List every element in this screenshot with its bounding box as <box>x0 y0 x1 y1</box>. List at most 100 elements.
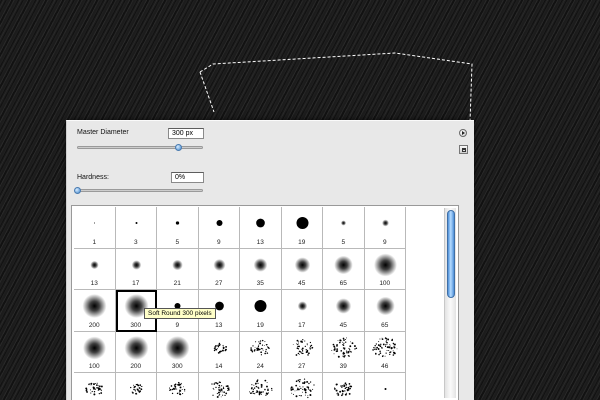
brush-preset-8[interactable]: 13 <box>74 248 116 290</box>
brush-preset-31[interactable]: 46 <box>364 331 406 373</box>
brush-preset-28[interactable]: 24 <box>240 331 282 373</box>
brush-size-label: 1 <box>92 238 97 246</box>
flyout-arrow-icon[interactable] <box>459 129 467 137</box>
brush-preset-27[interactable]: 14 <box>198 331 240 373</box>
brush-preset-7[interactable]: 9 <box>364 207 406 249</box>
brush-preset-2[interactable]: 5 <box>157 207 199 249</box>
brush-tip-preview <box>83 336 106 359</box>
brush-tip-preview <box>375 296 395 316</box>
brush-tip-preview <box>249 379 273 396</box>
hardness-field[interactable]: 0% <box>171 172 204 183</box>
brush-preset-11[interactable]: 27 <box>198 248 240 290</box>
brush-size-label: 13 <box>215 321 223 329</box>
brush-preset-14[interactable]: 65 <box>323 248 365 290</box>
brush-tip-preview <box>333 382 353 397</box>
brush-tip-preview <box>82 294 107 318</box>
brush-preset-5[interactable]: 19 <box>281 207 323 249</box>
brush-preset-22[interactable]: 45 <box>323 290 365 332</box>
brush-preset-36[interactable] <box>240 373 282 400</box>
master-diameter-slider-thumb[interactable] <box>174 144 182 151</box>
hardness-slider-track[interactable] <box>77 189 203 192</box>
master-diameter-label: Master Diameter <box>77 129 129 136</box>
brush-preset-15[interactable]: 100 <box>364 248 406 290</box>
brush-tip-preview <box>175 221 180 225</box>
brush-tip-preview <box>213 258 225 271</box>
brush-size-label: 17 <box>132 280 140 287</box>
scrollbar-thumb[interactable] <box>447 210 455 298</box>
brush-tip-preview <box>292 338 313 356</box>
brush-preset-10[interactable]: 21 <box>157 248 199 290</box>
brush-tip-preview <box>250 339 270 355</box>
vertical-scrollbar[interactable] <box>444 208 456 398</box>
brush-size-label: 27 <box>215 280 223 287</box>
brush-size-label: 9 <box>175 321 180 329</box>
brush-size-label: 45 <box>339 321 347 329</box>
brush-tip-preview <box>129 383 142 395</box>
brush-preset-25[interactable]: 200 <box>115 331 157 373</box>
brush-size-label: 3 <box>133 238 138 246</box>
brush-tip-preview <box>297 301 307 311</box>
hardness-slider-thumb[interactable] <box>74 187 81 194</box>
brush-size-label: 14 <box>215 363 223 370</box>
brush-tip-preview <box>85 382 103 396</box>
brush-tip-preview <box>216 220 222 226</box>
brush-size-label: 35 <box>256 280 264 287</box>
brush-tip-preview <box>165 335 190 360</box>
brush-preset-33[interactable] <box>115 373 157 400</box>
brush-preset-3[interactable]: 9 <box>198 207 240 249</box>
hardness-label: Hardness: <box>77 174 109 181</box>
brush-tip-preview <box>296 217 308 229</box>
brush-preset-39[interactable] <box>364 373 406 400</box>
brush-tip-preview <box>289 378 315 399</box>
brush-preset-30[interactable]: 39 <box>323 331 365 373</box>
brush-preset-37[interactable] <box>281 373 323 400</box>
brush-preset-34[interactable] <box>157 373 199 400</box>
brush-tip-preview <box>135 222 137 224</box>
master-diameter-slider-track[interactable] <box>77 146 203 149</box>
brush-preset-38[interactable] <box>323 373 365 400</box>
brush-size-label: 13 <box>256 238 264 246</box>
brush-preset-35[interactable] <box>198 373 240 400</box>
new-preset-icon[interactable] <box>459 145 468 154</box>
brush-preset-26[interactable]: 300 <box>157 331 199 373</box>
brush-preset-0[interactable]: 1 <box>74 207 116 249</box>
brush-size-label: 65 <box>381 321 389 329</box>
brush-preset-6[interactable]: 5 <box>323 207 365 249</box>
brush-preset-23[interactable]: 65 <box>364 290 406 332</box>
brush-preset-9[interactable]: 17 <box>115 248 157 290</box>
brush-tip-preview <box>294 256 310 273</box>
brush-tip-preview <box>90 260 99 269</box>
brush-preset-32[interactable] <box>74 373 116 400</box>
brush-size-label: 19 <box>298 238 306 246</box>
brush-tip-preview <box>256 218 265 228</box>
brush-preset-20[interactable]: 19 <box>240 290 282 332</box>
brush-tip-preview <box>334 255 353 274</box>
brush-size-label: 5 <box>175 238 180 246</box>
brush-preset-12[interactable]: 35 <box>240 248 282 290</box>
brush-grid: 1 3 5 9 13 19 5 9 13 17 21 27 35 45 65 100 200 300 9 13 19 17… <box>74 207 406 400</box>
brush-tip-preview <box>340 220 347 226</box>
master-diameter-field[interactable]: 300 px <box>168 128 204 139</box>
brush-size-label: 9 <box>382 238 387 246</box>
brush-preset-21[interactable]: 17 <box>281 290 323 332</box>
brush-size-label: 65 <box>339 280 347 287</box>
brush-size-label: 45 <box>298 280 306 287</box>
brush-preset-1[interactable]: 3 <box>115 207 157 249</box>
brush-tip-preview <box>384 388 386 390</box>
brush-preset-24[interactable]: 100 <box>74 331 116 373</box>
brush-size-label: 13 <box>90 280 98 287</box>
brush-tip-preview <box>168 381 186 396</box>
brush-preset-list: 1 3 5 9 13 19 5 9 13 17 21 27 35 45 65 100 200 300 9 13 19 17… <box>71 205 459 400</box>
brush-preset-panel: Master Diameter 300 px Hardness: 0% 1359… <box>66 120 474 400</box>
brush-preset-29[interactable]: 27 <box>281 331 323 373</box>
brush-tip-preview <box>371 336 397 357</box>
brush-size-label: 46 <box>381 363 389 370</box>
brush-preset-4[interactable]: 13 <box>240 207 282 249</box>
brush-size-label: 300 <box>130 321 142 329</box>
brush-preset-13[interactable]: 45 <box>281 248 323 290</box>
brush-tip-preview <box>254 300 267 312</box>
brush-size-label: 9 <box>216 238 221 246</box>
brush-size-label: 27 <box>298 363 306 370</box>
brush-preset-16[interactable]: 200 <box>74 290 116 332</box>
brush-tip-preview <box>253 257 268 272</box>
